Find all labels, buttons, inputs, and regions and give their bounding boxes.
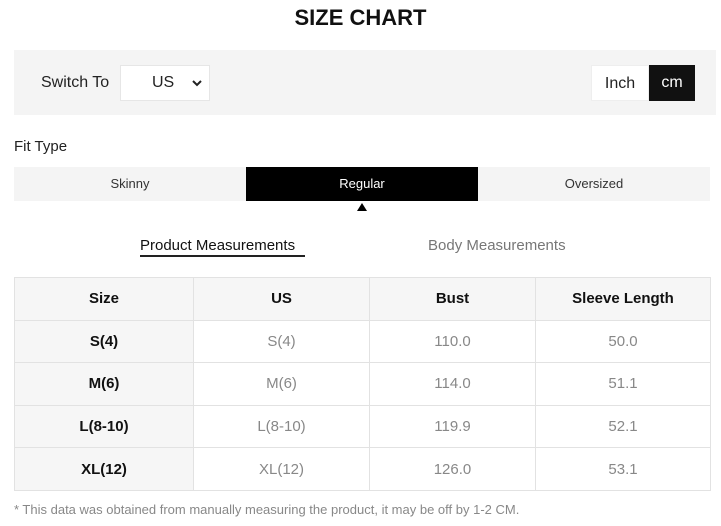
chevron-down-icon (192, 80, 202, 87)
header-size: Size (14, 277, 194, 321)
cell-bust: 110.0 (369, 319, 536, 364)
cell-sleeve-length: 52.1 (535, 404, 711, 449)
active-tab-underline (140, 255, 305, 257)
cell-us: XL(12) (193, 447, 370, 491)
table-row: M(6) M(6) 114.0 51.1 (14, 362, 711, 406)
cell-bust: 119.9 (369, 404, 536, 449)
fit-type-tabs: Skinny Regular Oversized (14, 167, 710, 201)
cell-us: S(4) (193, 319, 370, 364)
header-sleeve-length: Sleeve Length (535, 277, 711, 321)
table-row: L(8-10) L(8-10) 119.9 52.1 (14, 404, 711, 449)
unit-inch-button[interactable]: Inch (591, 65, 649, 101)
fit-tab-oversized[interactable]: Oversized (478, 167, 710, 201)
table-row: S(4) S(4) 110.0 50.0 (14, 319, 711, 364)
cell-us: L(8-10) (193, 404, 370, 449)
cell-size: M(6) (14, 362, 194, 406)
measurement-note: * This data was obtained from manually m… (14, 502, 520, 517)
fit-tab-skinny[interactable]: Skinny (14, 167, 246, 201)
unit-toggle: Inch cm (591, 65, 695, 101)
cell-size: XL(12) (14, 447, 194, 491)
active-fit-caret-icon (357, 203, 367, 211)
cell-size: L(8-10) (14, 404, 194, 449)
cell-bust: 114.0 (369, 362, 536, 406)
unit-switch-bar: Switch To US Inch cm (14, 50, 716, 115)
cell-us: M(6) (193, 362, 370, 406)
table-row: XL(12) XL(12) 126.0 53.1 (14, 447, 711, 491)
fit-tab-regular[interactable]: Regular (246, 167, 478, 201)
unit-cm-button[interactable]: cm (649, 65, 695, 101)
page-title: SIZE CHART (294, 5, 427, 30)
cell-sleeve-length: 50.0 (535, 319, 711, 364)
fit-type-label: Fit Type (14, 138, 68, 155)
table-header-row: Size US Bust Sleeve Length (14, 277, 711, 321)
tab-body-measurements[interactable]: Body Measurements (428, 236, 566, 256)
region-select[interactable]: US (120, 65, 210, 101)
cell-sleeve-length: 53.1 (535, 447, 711, 491)
cell-size: S(4) (14, 319, 194, 364)
region-select-value: US (152, 74, 175, 91)
cell-sleeve-length: 51.1 (535, 362, 711, 406)
tab-product-measurements[interactable]: Product Measurements (140, 236, 295, 256)
size-table: Size US Bust Sleeve Length S(4) S(4) 110… (14, 277, 711, 491)
cell-bust: 126.0 (369, 447, 536, 491)
header-us: US (193, 277, 370, 321)
switch-to-label: Switch To (41, 74, 110, 91)
header-bust: Bust (369, 277, 536, 321)
